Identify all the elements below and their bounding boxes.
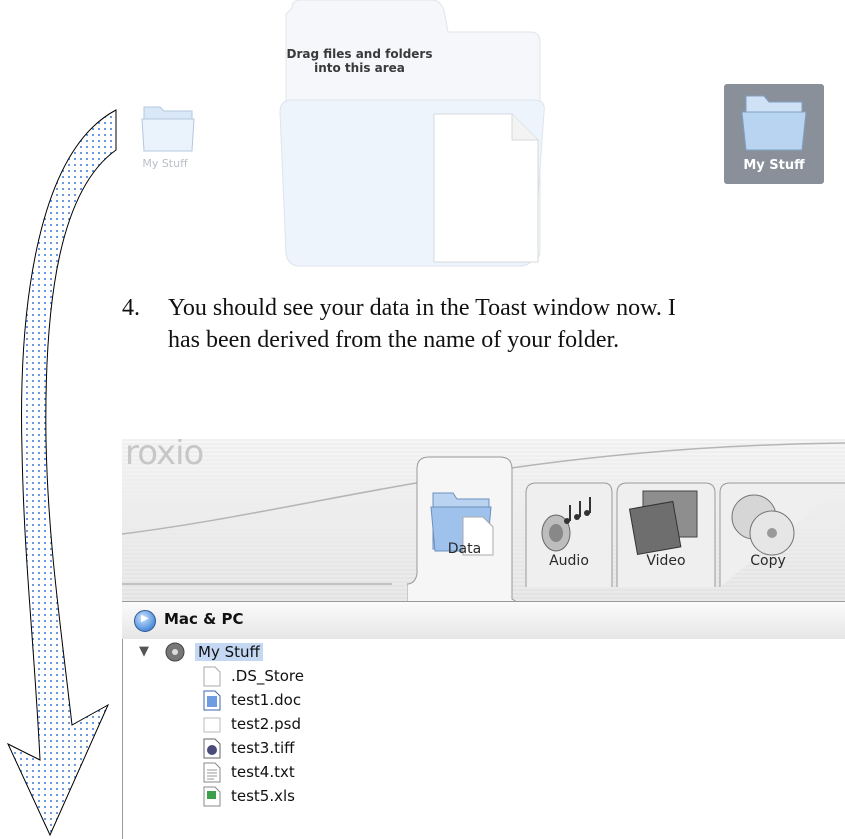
format-play-icon[interactable] [134,610,156,632]
tab-copy[interactable]: Copy [718,439,845,589]
tab-data[interactable]: Data [407,439,522,605]
audio-speaker-icon [541,497,591,552]
blank-file-icon [203,666,221,687]
tab-video-label: Video [646,553,686,569]
tab-copy-label: Copy [750,553,786,569]
drop-text-line2: into this area [314,61,405,75]
folder-label: My Stuff [743,158,805,173]
step-number: 4. [122,295,140,321]
disc-row[interactable]: ▼ My Stuff [123,641,845,665]
file-list: ▼ My Stuff .DS_Store test1.doc test2.psd… [122,639,845,839]
instruction-step: 4. You should see your data in the Toast … [122,292,676,356]
toast-header: roxio Data Audio Video Copy [122,439,845,605]
file-name: test2.psd [231,715,301,733]
folder-label: My Stuff [142,157,188,170]
spreadsheet-file-icon [203,786,221,807]
toast-window: roxio Data Audio Video Copy ▶ Mac & PC ▼… [122,439,845,839]
video-film-icon [629,490,698,556]
disc-icon [165,642,185,662]
step-line2: has been derived from the name of your f… [168,327,620,353]
disclosure-triangle-icon[interactable]: ▼ [139,644,149,659]
text-file-icon [203,762,221,783]
file-name: test4.txt [231,763,295,781]
tab-audio-label: Audio [549,553,589,569]
folder-icon [141,106,195,152]
drop-zone[interactable]: Drag files and folders into this area [272,0,560,278]
list-item[interactable]: test5.xls [123,785,845,809]
list-item[interactable]: test4.txt [123,761,845,785]
image-file-icon [203,738,221,759]
my-stuff-folder-selected[interactable]: My Stuff [724,84,824,184]
folder-icon [741,95,807,151]
tab-video[interactable]: Video [615,439,717,589]
psd-file-icon [203,717,221,733]
my-stuff-folder-small[interactable]: My Stuff [130,97,200,187]
copy-discs-icon [731,494,795,556]
file-name: .DS_Store [231,667,304,685]
format-label: Mac & PC [164,610,244,628]
list-item[interactable]: test2.psd [123,713,845,737]
drop-text-line1: Drag files and folders [286,47,433,61]
tab-data-label: Data [447,541,482,557]
disc-name[interactable]: My Stuff [195,643,263,661]
tab-audio[interactable]: Audio [524,439,614,589]
roxio-logo: roxio [125,439,204,473]
drop-folder-icon [279,0,545,267]
file-name: test5.xls [231,787,295,805]
doc-file-icon [203,690,221,711]
list-item[interactable]: test1.doc [123,689,845,713]
step-line1: You should see your data in the Toast wi… [168,295,676,321]
list-item[interactable]: test3.tiff [123,737,845,761]
file-name: test1.doc [231,691,302,709]
list-item[interactable]: .DS_Store [123,665,845,689]
format-bar: Mac & PC [122,601,845,640]
file-name: test3.tiff [231,739,295,757]
